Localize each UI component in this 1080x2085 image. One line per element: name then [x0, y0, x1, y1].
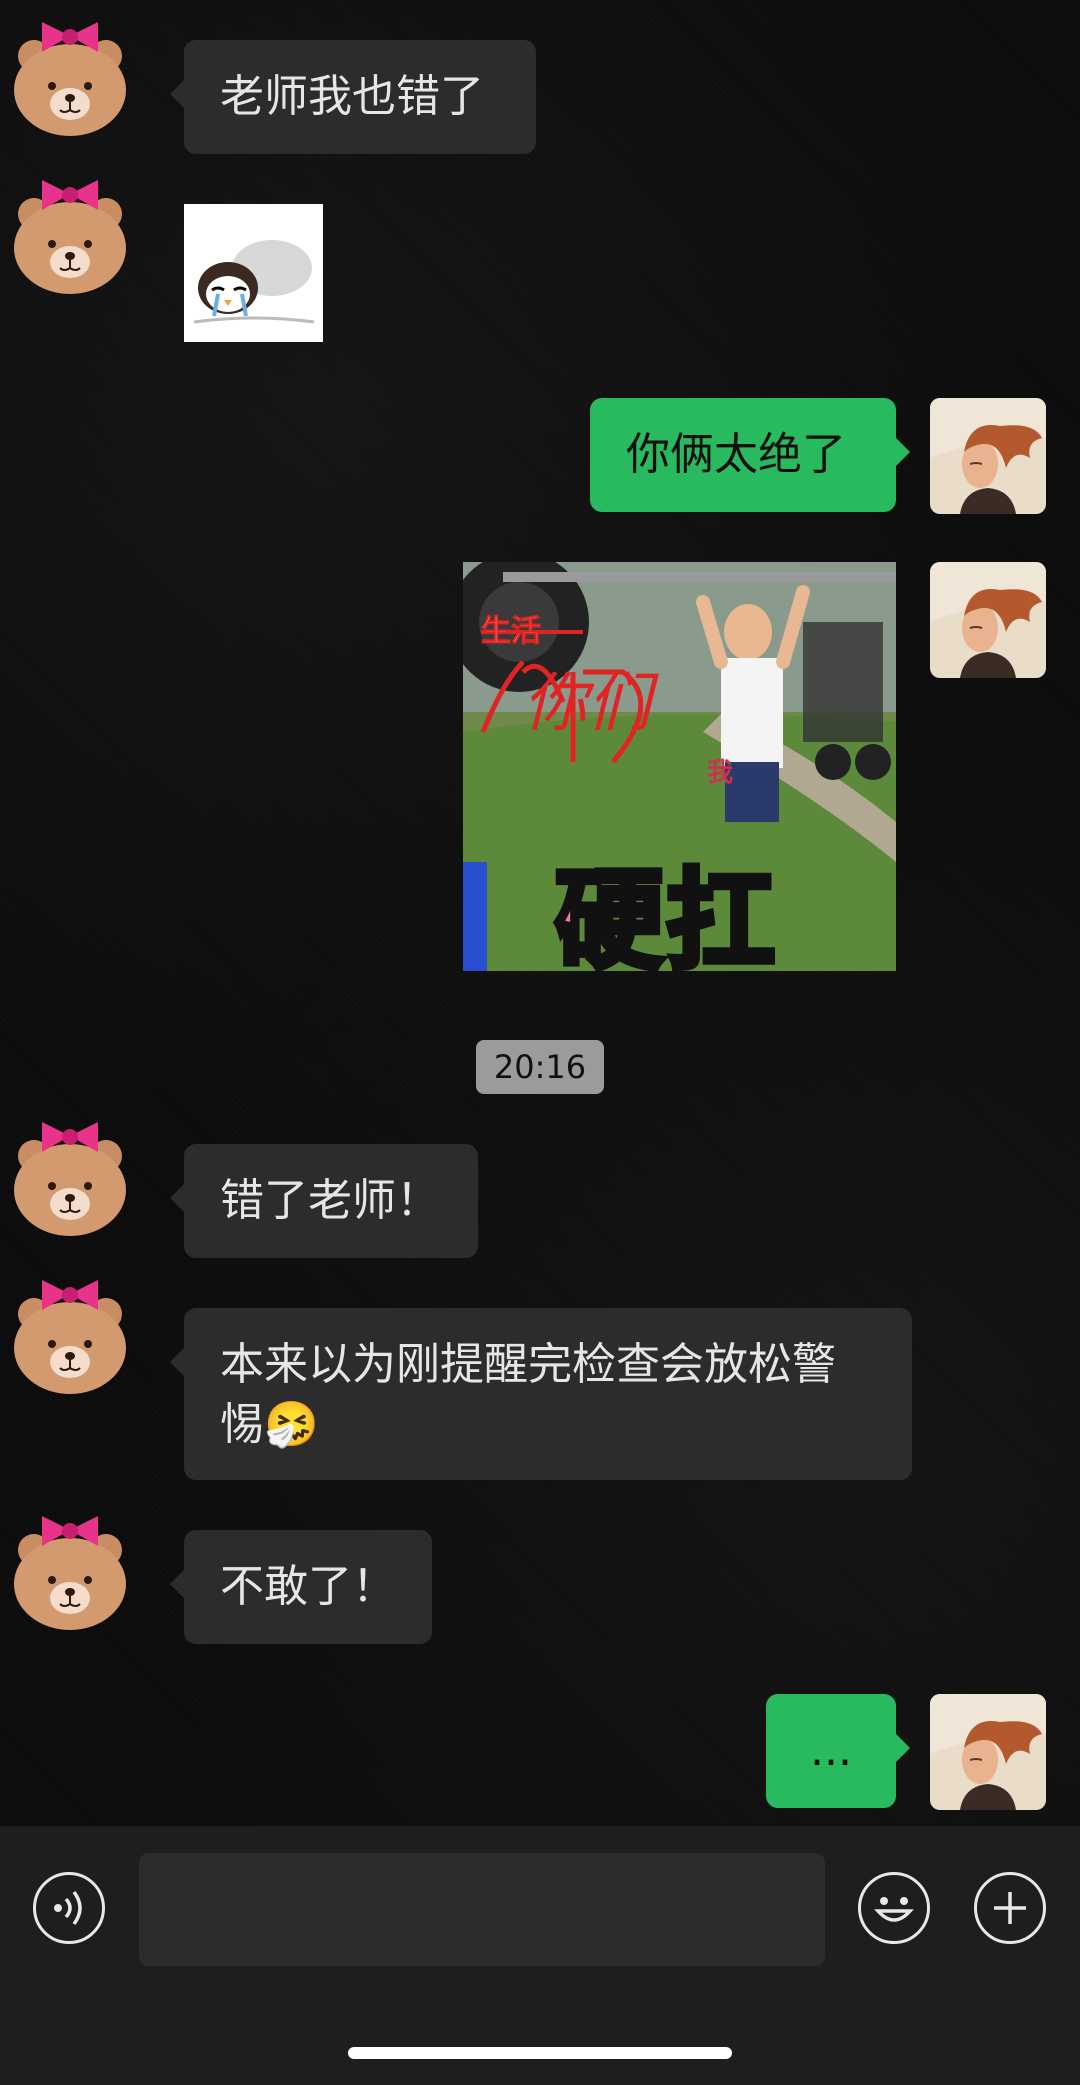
message-bubble-incoming[interactable]: 本来以为刚提醒完检查会放松警 惕🤧	[170, 1308, 912, 1480]
voice-icon[interactable]	[33, 1872, 105, 1944]
message-text: 错了老师！	[220, 1175, 440, 1226]
meme-handwritten-word: 你们	[523, 667, 651, 741]
my-avatar[interactable]	[930, 1694, 1046, 1810]
contact-avatar[interactable]	[12, 1122, 128, 1238]
message-bubble-outgoing[interactable]: ...	[766, 1694, 910, 1808]
message-text: 不敢了！	[220, 1561, 396, 1612]
message-bubble-incoming[interactable]: 错了老师！	[170, 1144, 478, 1258]
message-text: 本来以为刚提醒完检查会放松警	[220, 1339, 836, 1390]
meme-small-label: 我	[707, 758, 734, 788]
my-avatar[interactable]	[930, 398, 1046, 514]
message-text: ...	[810, 1725, 852, 1776]
message-text: 老师我也错了	[220, 71, 484, 122]
message-bubble-incoming[interactable]: 不敢了！	[170, 1530, 432, 1644]
contact-avatar[interactable]	[12, 1280, 128, 1396]
message-text-line2: 惕	[220, 1399, 264, 1450]
message-input[interactable]	[139, 1853, 825, 1966]
message-bubble-outgoing[interactable]: 你俩太绝了	[590, 398, 910, 512]
plus-icon[interactable]	[974, 1872, 1046, 1944]
contact-avatar[interactable]	[12, 180, 128, 296]
timestamp: 20:16	[476, 1040, 604, 1094]
sneezing-face-emoji: 🤧	[264, 1399, 319, 1450]
contact-avatar[interactable]	[12, 1516, 128, 1632]
message-text: 你俩太绝了	[626, 429, 846, 480]
contact-avatar[interactable]	[12, 22, 128, 138]
meme-image[interactable]: 生活 你们 我 硬扛	[463, 562, 896, 971]
meme-caption: 硬扛	[552, 856, 780, 971]
message-bubble-incoming[interactable]: 老师我也错了	[170, 40, 536, 154]
home-indicator[interactable]	[348, 2047, 732, 2059]
meme-crossed-word: 生活	[481, 614, 542, 650]
crying-penguin-sticker[interactable]	[184, 204, 323, 342]
smiley-icon[interactable]	[858, 1872, 930, 1944]
my-avatar[interactable]	[930, 562, 1046, 678]
